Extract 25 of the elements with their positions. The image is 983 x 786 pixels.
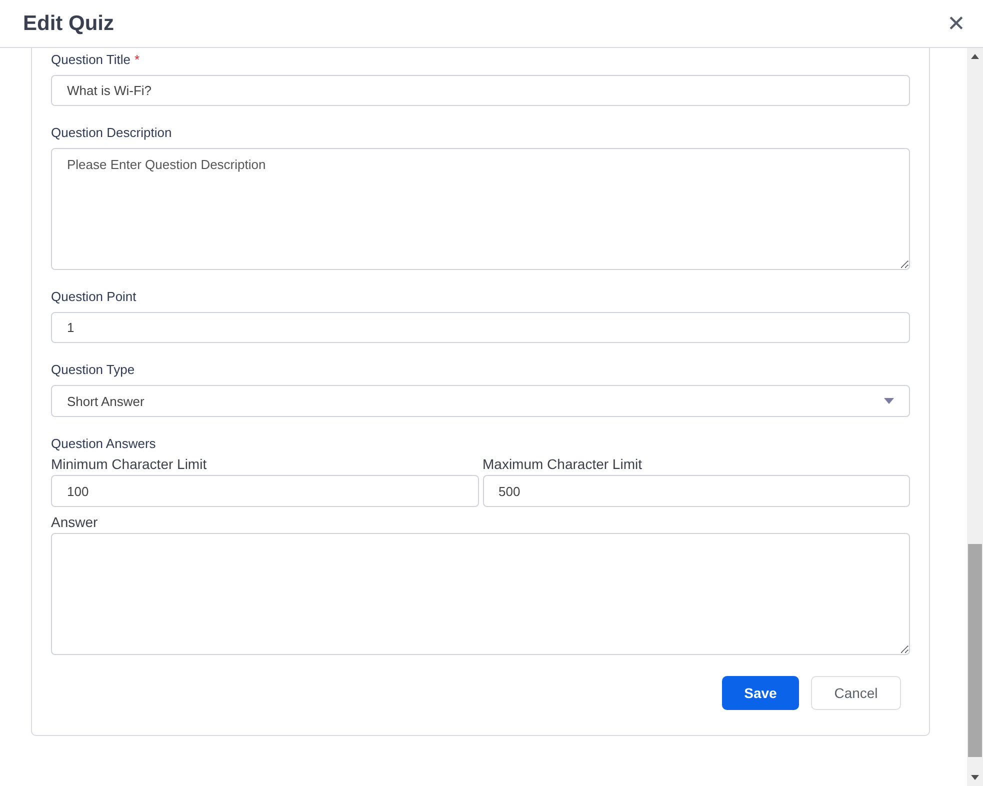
text-field[interactable]: 1 — [51, 312, 910, 343]
section-label: Question Answers — [51, 435, 156, 453]
field-label: Answer — [51, 513, 99, 531]
description-field[interactable]: Please Enter Question Description — [51, 148, 910, 270]
limit-field[interactable]: 500 — [482, 475, 910, 507]
field-label: Question Description — [51, 124, 172, 142]
scroll-down-icon[interactable] — [971, 775, 979, 780]
caret-icon — [884, 398, 894, 404]
limit-field[interactable]: 100 — [51, 475, 478, 507]
answer-field[interactable] — [51, 533, 910, 655]
scrollbar[interactable] — [967, 48, 983, 786]
cancel-button[interactable]: Cancel — [811, 676, 901, 710]
close-button[interactable]: ✕ — [943, 10, 969, 36]
type-dropdown[interactable]: Short Answer — [51, 385, 910, 417]
scroll-thumb[interactable] — [968, 544, 982, 757]
field-label: Question Type — [51, 361, 135, 379]
required-mark: * — [134, 51, 140, 69]
save-button[interactable]: Save — [722, 676, 799, 710]
text-field[interactable]: What is Wi-Fi? — [51, 75, 910, 106]
field-label: Question Title — [51, 51, 130, 69]
field-label: Question Point — [51, 288, 136, 306]
field-label: Minimum Character Limit — [51, 455, 208, 473]
dialog-title: Edit Quiz — [23, 12, 114, 36]
scroll-up-icon[interactable] — [971, 54, 979, 59]
field-label: Maximum Character Limit — [482, 455, 643, 473]
